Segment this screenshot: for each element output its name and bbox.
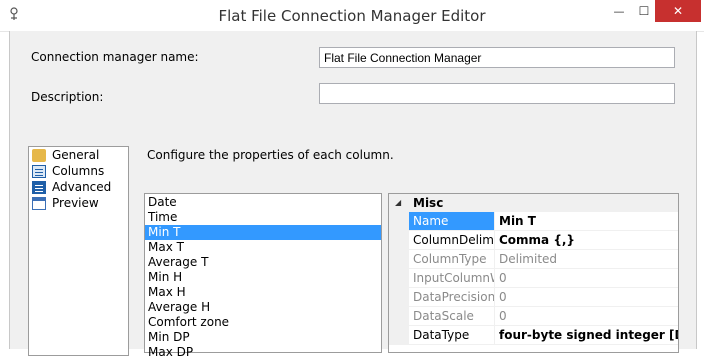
property-row[interactable]: DataScale 0 — [389, 307, 678, 326]
property-name: ColumnType — [409, 250, 495, 268]
list-item[interactable]: Max DP — [145, 345, 381, 360]
list-item[interactable]: Max T — [145, 240, 381, 255]
nav-item-preview[interactable]: Preview — [29, 195, 128, 211]
property-value[interactable]: 0 — [495, 269, 678, 287]
nav-item-columns[interactable]: Columns — [29, 163, 128, 179]
property-value[interactable]: 0 — [495, 307, 678, 325]
advanced-icon — [32, 180, 46, 194]
property-name: DataPrecision — [409, 288, 495, 306]
maximize-button[interactable]: ☐ — [633, 0, 655, 22]
close-button[interactable]: ✕ — [655, 0, 701, 22]
property-row[interactable]: Name Min T — [389, 212, 678, 231]
list-item[interactable]: Min DP — [145, 330, 381, 345]
minimize-icon: — — [613, 4, 625, 18]
nav-pane: General Columns Advanced Preview — [28, 146, 129, 356]
list-item[interactable]: Time — [145, 210, 381, 225]
property-name: InputColumnWidth — [409, 269, 495, 287]
property-name: DataScale — [409, 307, 495, 325]
connection-name-input[interactable] — [319, 47, 675, 68]
connection-name-label: Connection manager name: — [31, 50, 199, 64]
nav-item-advanced[interactable]: Advanced — [29, 179, 128, 195]
property-name: Name — [409, 212, 495, 230]
general-icon — [32, 148, 46, 162]
list-item[interactable]: Max H — [145, 285, 381, 300]
list-item-selected[interactable]: Min T — [145, 225, 381, 240]
list-item[interactable]: Average T — [145, 255, 381, 270]
description-input[interactable] — [319, 83, 675, 104]
description-label: Description: — [31, 90, 104, 104]
instructions-text: Configure the properties of each column. — [147, 148, 394, 162]
collapse-icon[interactable]: ◢ — [395, 194, 405, 212]
close-icon: ✕ — [672, 4, 684, 18]
property-value[interactable]: Min T — [495, 212, 678, 230]
property-name: ColumnDelimiter — [409, 231, 495, 249]
columns-icon — [32, 164, 46, 178]
nav-item-general[interactable]: General — [29, 147, 128, 163]
preview-icon — [32, 196, 46, 210]
list-item[interactable]: Min H — [145, 270, 381, 285]
window-title: Flat File Connection Manager Editor — [218, 7, 486, 25]
maximize-icon: ☐ — [638, 4, 650, 18]
property-name: DataType — [409, 326, 495, 344]
list-item[interactable]: Date — [145, 195, 381, 210]
property-row[interactable]: DataPrecision 0 — [389, 288, 678, 307]
nav-item-label: Columns — [52, 164, 105, 178]
property-row[interactable]: InputColumnWidth 0 — [389, 269, 678, 288]
property-row[interactable]: ColumnDelimiter Comma {,} — [389, 231, 678, 250]
property-value[interactable]: four-byte signed integer [DT_I4] — [495, 326, 678, 344]
nav-item-label: General — [52, 148, 100, 162]
property-value[interactable]: 0 — [495, 288, 678, 306]
list-item[interactable]: Comfort zone — [145, 315, 381, 330]
title-bar: Flat File Connection Manager Editor — ☐ … — [0, 0, 704, 32]
property-value[interactable]: Delimited — [495, 250, 678, 268]
property-value[interactable]: Comma {,} — [495, 231, 678, 249]
property-category-label: Misc — [413, 196, 444, 210]
property-grid: ◢ Misc Name Min T ColumnDelimiter Comma … — [388, 193, 679, 353]
list-item[interactable]: Average H — [145, 300, 381, 315]
property-category[interactable]: ◢ Misc — [389, 194, 678, 212]
nav-item-label: Preview — [52, 196, 99, 210]
property-row[interactable]: ColumnType Delimited — [389, 250, 678, 269]
property-row[interactable]: DataType four-byte signed integer [DT_I4… — [389, 326, 678, 345]
column-list[interactable]: Date Time Min T Max T Average T Min H Ma… — [144, 193, 382, 359]
nav-item-label: Advanced — [52, 180, 112, 194]
minimize-button[interactable]: — — [605, 0, 633, 22]
